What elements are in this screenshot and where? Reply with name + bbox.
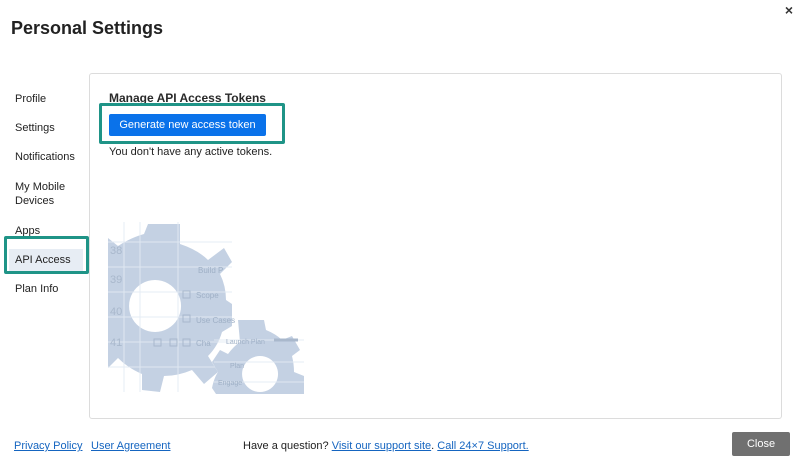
- footer: Privacy Policy User Agreement Have a que…: [0, 432, 800, 457]
- row-number-40: 40: [110, 306, 122, 318]
- api-access-highlight: [4, 236, 89, 274]
- support-site-link[interactable]: Visit our support site: [332, 440, 431, 452]
- sidebar-item-profile[interactable]: Profile: [9, 88, 83, 110]
- generate-button-highlight: [99, 103, 285, 144]
- gears-illustration: 38 39 40 41 Build P Scope Use Cases Cha …: [108, 222, 304, 394]
- page-title: Personal Settings: [11, 18, 164, 38]
- row-label-plan: Plan: [230, 363, 244, 370]
- close-icon[interactable]: ×: [785, 2, 793, 18]
- row-label-scope: Scope: [196, 291, 219, 300]
- row-number-39: 39: [110, 274, 122, 286]
- user-agreement-link[interactable]: User Agreement: [91, 440, 170, 452]
- row-label-launch-plan: Launch Plan: [226, 339, 265, 346]
- sidebar-item-plan-info[interactable]: Plan Info: [9, 278, 83, 300]
- row-label-build: Build P: [198, 266, 223, 275]
- row-number-38: 38: [110, 245, 122, 257]
- question-text: Have a question?: [243, 440, 329, 452]
- row-number-41: 41: [110, 337, 122, 349]
- row-label-cha: Cha: [196, 339, 211, 348]
- call-support-link[interactable]: Call 24×7 Support.: [437, 440, 528, 452]
- close-button[interactable]: Close: [732, 432, 790, 456]
- sidebar-item-notifications[interactable]: Notifications: [9, 146, 83, 168]
- empty-tokens-message: You don't have any active tokens.: [109, 146, 273, 158]
- sidebar-item-mobile-devices[interactable]: My Mobile Devices: [9, 176, 83, 212]
- sidebar-item-settings[interactable]: Settings: [9, 117, 83, 139]
- privacy-policy-link[interactable]: Privacy Policy: [14, 440, 82, 452]
- row-label-engage: Engage: [218, 380, 242, 387]
- separator-text: .: [431, 440, 435, 452]
- row-label-use-cases: Use Cases: [196, 316, 235, 325]
- support-question: Have a question? Visit our support site.…: [243, 440, 529, 452]
